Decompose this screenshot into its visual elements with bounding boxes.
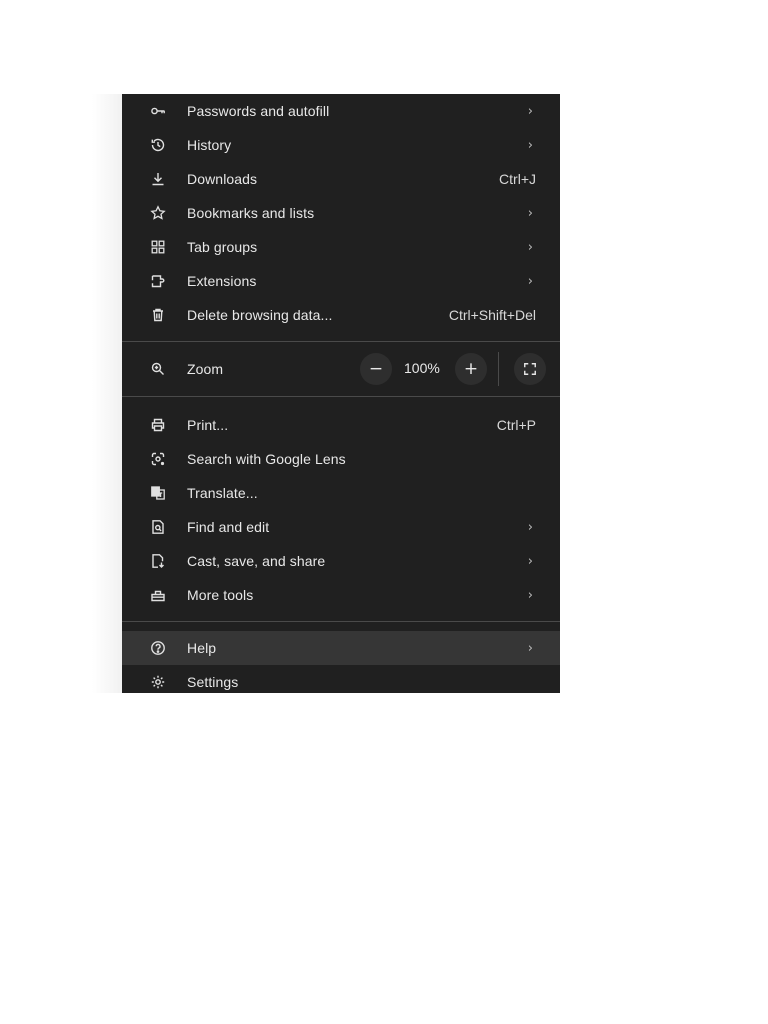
- menu-item-label: History: [187, 137, 232, 153]
- zoom-row: Zoom − 100% +: [122, 344, 560, 394]
- chrome-main-menu: Passwords and autofill › History › Downl…: [122, 94, 560, 693]
- menu-item-extensions[interactable]: Extensions ›: [122, 264, 560, 298]
- menu-separator: [122, 396, 560, 397]
- menu-item-label: Passwords and autofill: [187, 103, 330, 119]
- find-icon: [149, 518, 167, 536]
- menu-item-tab-groups[interactable]: Tab groups ›: [122, 230, 560, 264]
- page-edge-shadow: [92, 94, 122, 693]
- menu-separator: [122, 341, 560, 342]
- trash-icon: [149, 306, 167, 324]
- menu-item-bookmarks[interactable]: Bookmarks and lists ›: [122, 196, 560, 230]
- fullscreen-icon: [524, 363, 536, 375]
- menu-item-label: Tab groups: [187, 239, 258, 255]
- keyboard-shortcut: Ctrl+Shift+Del: [448, 307, 536, 323]
- zoom-level: 100%: [404, 360, 440, 376]
- keyboard-shortcut: Ctrl+P: [496, 417, 536, 433]
- keyboard-shortcut: Ctrl+J: [499, 171, 536, 187]
- fullscreen-button[interactable]: [514, 353, 546, 385]
- chevron-right-icon: ›: [527, 239, 533, 255]
- menu-item-label: Downloads: [187, 171, 258, 187]
- download-icon: [149, 170, 167, 188]
- menu-item-print[interactable]: Print... Ctrl+P: [122, 408, 560, 442]
- menu-item-label: Delete browsing data...: [187, 307, 333, 323]
- menu-item-label: Extensions: [187, 273, 257, 289]
- zoom-out-button[interactable]: −: [360, 353, 392, 385]
- chevron-right-icon: ›: [527, 103, 533, 119]
- zoom-icon: [149, 360, 167, 378]
- menu-separator: [122, 621, 560, 622]
- menu-item-label: Cast, save, and share: [187, 553, 326, 569]
- menu-item-more-tools[interactable]: More tools ›: [122, 578, 560, 612]
- zoom-label: Zoom: [187, 361, 224, 377]
- menu-item-label: More tools: [187, 587, 254, 603]
- translate-icon: [149, 484, 167, 502]
- lens-icon: [149, 450, 167, 468]
- toolbox-icon: [149, 586, 167, 604]
- menu-item-label: Translate...: [187, 485, 258, 501]
- menu-item-label: Find and edit: [187, 519, 270, 535]
- menu-item-downloads[interactable]: Downloads Ctrl+J: [122, 162, 560, 196]
- help-icon: [149, 639, 167, 657]
- zoom-divider: [498, 352, 499, 386]
- settings-icon: [149, 673, 167, 691]
- chevron-right-icon: ›: [527, 553, 533, 569]
- history-icon: [149, 136, 167, 154]
- menu-item-label: Print...: [187, 417, 229, 433]
- chevron-right-icon: ›: [527, 587, 533, 603]
- puzzle-icon: [149, 272, 167, 290]
- menu-item-delete-browsing-data[interactable]: Delete browsing data... Ctrl+Shift+Del: [122, 298, 560, 332]
- printer-icon: [149, 416, 167, 434]
- menu-item-translate[interactable]: Translate...: [122, 476, 560, 510]
- chevron-right-icon: ›: [527, 137, 533, 153]
- menu-item-cast-save-share[interactable]: Cast, save, and share ›: [122, 544, 560, 578]
- menu-item-label: Bookmarks and lists: [187, 205, 315, 221]
- key-icon: [149, 102, 167, 120]
- chevron-right-icon: ›: [527, 205, 533, 221]
- menu-item-history[interactable]: History ›: [122, 128, 560, 162]
- chevron-right-icon: ›: [527, 640, 533, 656]
- zoom-in-button[interactable]: +: [455, 353, 487, 385]
- menu-item-label: Help: [187, 640, 217, 656]
- chevron-right-icon: ›: [527, 519, 533, 535]
- menu-item-help[interactable]: Help ›: [122, 631, 560, 665]
- menu-item-passwords[interactable]: Passwords and autofill ›: [122, 94, 560, 128]
- cast-save-icon: [149, 552, 167, 570]
- star-icon: [149, 204, 167, 222]
- menu-item-find-and-edit[interactable]: Find and edit ›: [122, 510, 560, 544]
- menu-item-settings[interactable]: Settings: [122, 665, 560, 693]
- menu-item-label: Settings: [187, 674, 239, 690]
- menu-item-label: Search with Google Lens: [187, 451, 346, 467]
- menu-item-google-lens[interactable]: Search with Google Lens: [122, 442, 560, 476]
- tab-groups-icon: [149, 238, 167, 256]
- chevron-right-icon: ›: [527, 273, 533, 289]
